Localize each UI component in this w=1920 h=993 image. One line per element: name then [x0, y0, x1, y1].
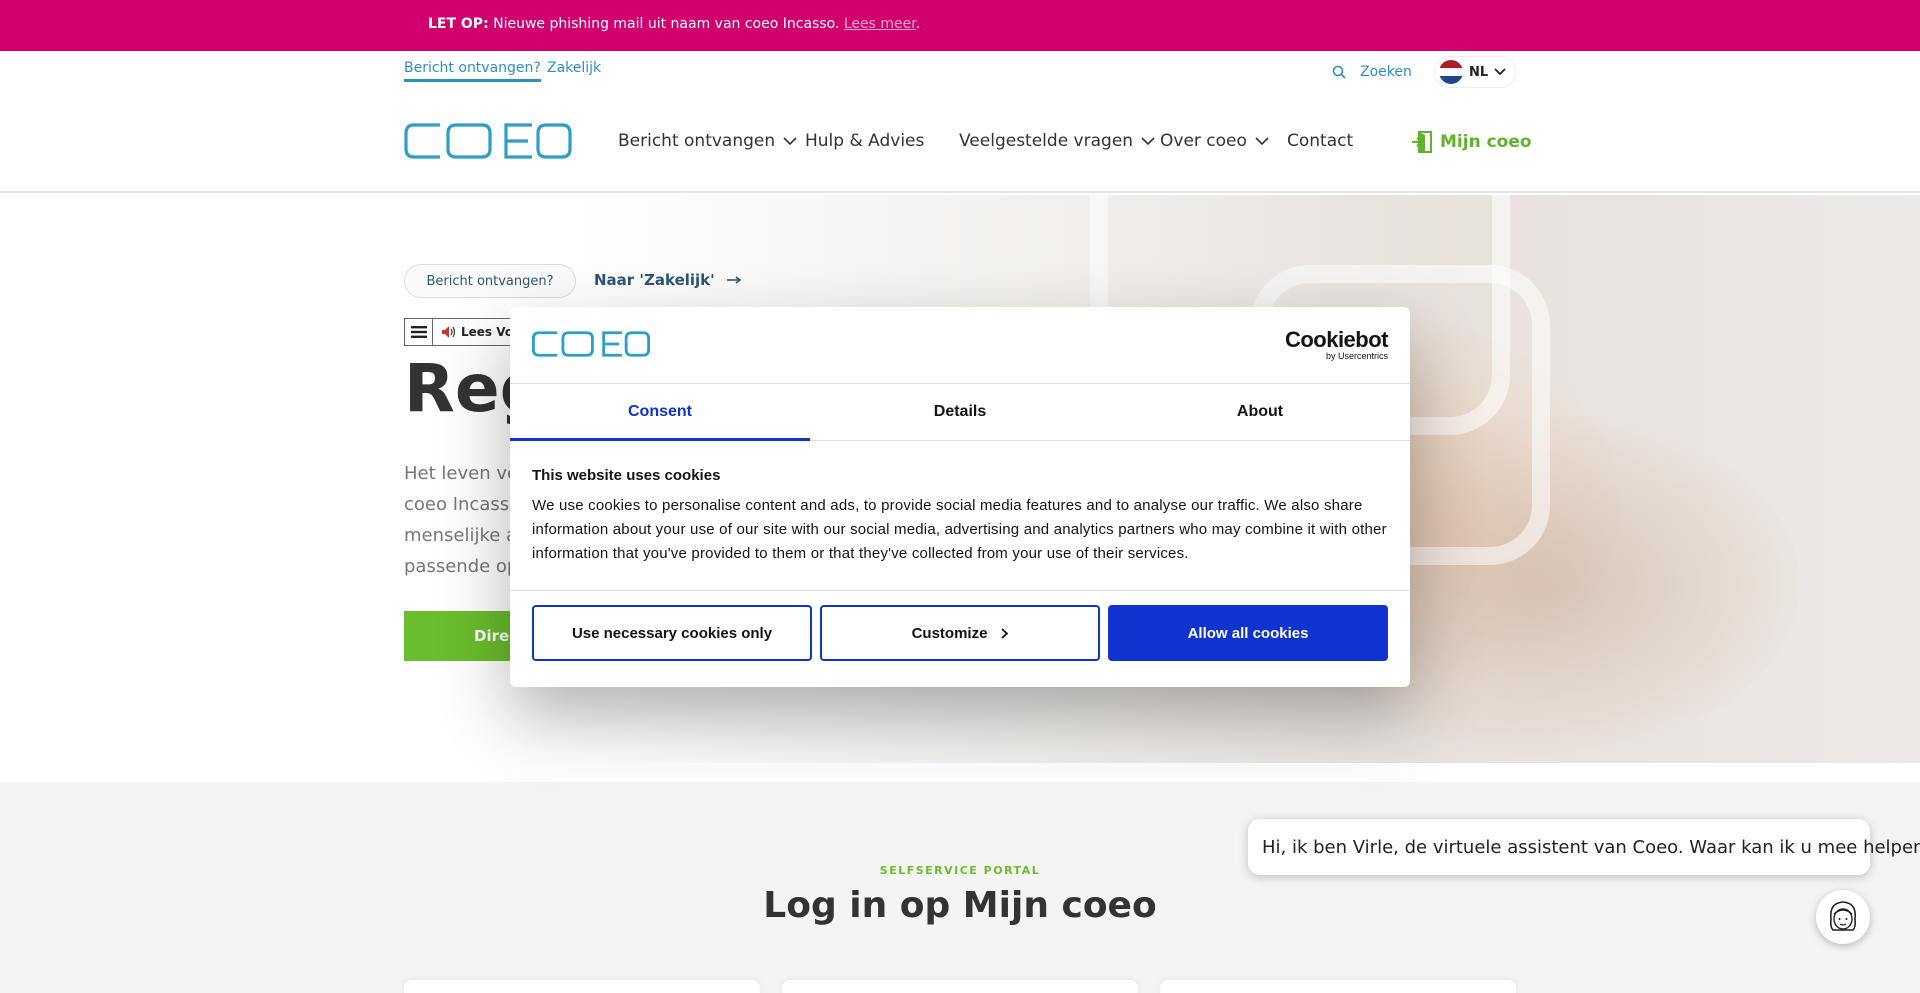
chat-bubble[interactable]: Hi, ik ben Virle, de virtuele assistent … [1248, 819, 1920, 875]
portal-card[interactable] [1160, 980, 1516, 993]
portal-card[interactable] [404, 980, 760, 993]
nav-label: Over coeo [1160, 131, 1247, 151]
chevron-down-icon [1141, 136, 1155, 145]
customize-label: Customize [911, 624, 988, 642]
nav-over-coeo[interactable]: Over coeo [1160, 131, 1269, 151]
allow-all-cookies-button[interactable]: Allow all cookies [1108, 605, 1388, 661]
hero-text: Het leven ver coeo Incasso menselijke aa… [404, 458, 524, 582]
speaker-icon [442, 326, 456, 338]
nav-label: Contact [1287, 131, 1354, 151]
hero-text-line: coeo Incasso [404, 494, 521, 515]
nav-veelgestelde-vragen[interactable]: Veelgestelde vragen [959, 131, 1155, 151]
mijn-coeo-button[interactable]: Mijn coeo [1412, 131, 1532, 153]
alert-prefix: LET OP: [428, 16, 489, 32]
search-button[interactable]: Zoeken [1332, 64, 1412, 80]
nav-label: Bericht ontvangen [618, 131, 776, 151]
hero-text-line: passende opl [404, 556, 524, 577]
nav-label: Veelgestelde vragen [959, 131, 1134, 151]
necessary-cookies-button[interactable]: Use necessary cookies only [532, 605, 812, 661]
chevron-right-icon [1001, 627, 1009, 639]
chat-assistant-button[interactable] [1816, 890, 1870, 944]
arrow-right-icon [726, 276, 741, 284]
login-icon [1412, 131, 1432, 153]
necessary-cookies-label: Use necessary cookies only [571, 624, 773, 642]
naar-zakelijk-label: Naar 'Zakelijk' [594, 271, 715, 289]
hero-text-line: menselijke aa [404, 525, 524, 546]
nav-contact[interactable]: Contact [1287, 131, 1353, 151]
search-icon [1332, 65, 1346, 79]
cookie-description: We use cookies to personalise content an… [532, 497, 1387, 562]
hero-text-line: Het leven ver [404, 463, 524, 484]
bericht-ontvangen-pill[interactable]: Bericht ontvangen? [404, 264, 576, 298]
chevron-down-icon [1255, 136, 1269, 145]
menu-icon[interactable] [405, 319, 433, 345]
section-title: Log in op Mijn coeo [763, 885, 1157, 926]
nav-label: Hulp & Advies [805, 131, 925, 151]
alert-read-more-link[interactable]: Lees meer [844, 16, 916, 32]
toplink-bericht-ontvangen[interactable]: Bericht ontvangen? [404, 60, 541, 82]
cookie-consent-dialog: Cookiebot by Usercentrics Consent Detail… [510, 307, 1410, 687]
tab-about[interactable]: About [1110, 384, 1410, 440]
alert-bar: LET OP: Nieuwe phishing mail uit naam va… [0, 0, 1920, 51]
language-label: NL [1469, 64, 1489, 80]
hero-cta-button[interactable]: Direc [404, 611, 524, 661]
netherlands-flag-icon [1439, 60, 1463, 84]
cookie-tabs: Consent Details About [510, 384, 1410, 441]
allow-all-label: Allow all cookies [1187, 624, 1309, 642]
chevron-down-icon [783, 136, 797, 145]
customize-button[interactable]: Customize [820, 605, 1100, 661]
toplink-zakelijk[interactable]: Zakelijk [547, 60, 601, 76]
readspeaker-widget[interactable]: Lees Vo [404, 318, 524, 346]
search-label: Zoeken [1360, 64, 1412, 80]
alert-suffix: . [915, 16, 921, 32]
site-header: Bericht ontvangen? Zakelijk Zoeken NL Be… [0, 51, 1920, 193]
naar-zakelijk-link[interactable]: Naar 'Zakelijk' [594, 271, 741, 289]
readspeaker-label: Lees Vo [461, 325, 514, 339]
tab-consent[interactable]: Consent [510, 384, 810, 441]
tab-details[interactable]: Details [810, 384, 1110, 440]
nav-bericht-ontvangen[interactable]: Bericht ontvangen [618, 131, 797, 151]
coeo-logo [532, 331, 650, 357]
cookiebot-brand: Cookiebot [1284, 327, 1389, 352]
chevron-down-icon [1494, 68, 1506, 76]
nav-hulp-advies[interactable]: Hulp & Advies [805, 131, 924, 151]
portal-card[interactable] [782, 980, 1138, 993]
cookiebot-sub: by Usercentrics [1325, 351, 1388, 361]
coeo-logo[interactable] [404, 123, 572, 159]
mijn-coeo-label: Mijn coeo [1440, 132, 1532, 152]
cookie-heading: This website uses cookies [532, 467, 721, 484]
cookiebot-logo[interactable]: Cookiebot by Usercentrics [1284, 327, 1389, 362]
assistant-avatar-icon [1829, 901, 1857, 931]
alert-message: Nieuwe phishing mail uit naam van coeo I… [488, 16, 844, 32]
selfservice-section: SELFSERVICE PORTAL Log in op Mijn coeo [0, 782, 1920, 993]
language-selector[interactable]: NL [1434, 56, 1516, 88]
